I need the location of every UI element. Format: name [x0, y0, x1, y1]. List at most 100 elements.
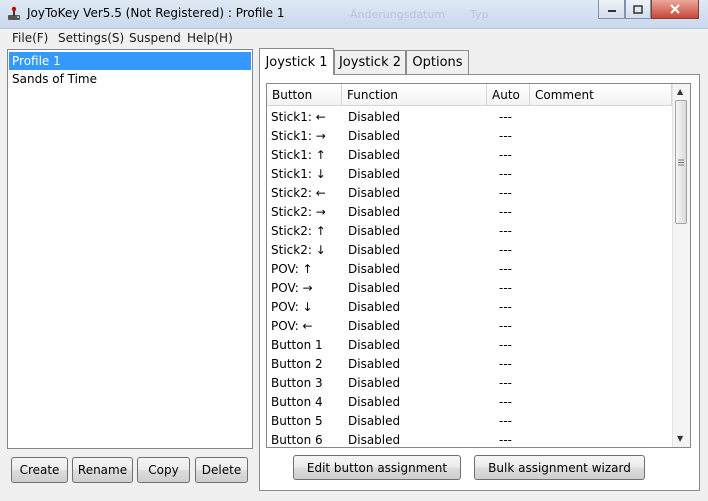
cell-auto: --- [499, 129, 512, 143]
column-header-function[interactable]: Function [342, 84, 487, 106]
menu-file[interactable]: File(F) [12, 31, 48, 45]
cell-auto: --- [499, 167, 512, 181]
assignment-list[interactable]: Button Function Auto Comment Stick1: ← Di… [266, 83, 691, 448]
cell-function: Disabled [348, 224, 401, 238]
cell-function: Disabled [348, 148, 401, 162]
cell-function: Disabled [348, 243, 401, 257]
cell-function: Disabled [348, 167, 401, 181]
profile-list[interactable]: Profile 1 Sands of Time [7, 49, 253, 449]
cell-auto: --- [499, 281, 512, 295]
scroll-down-arrow-icon[interactable]: ▼ [677, 434, 683, 443]
tab-joystick-2[interactable]: Joystick 2 [334, 50, 406, 74]
cell-button: Stick1: ↓ [271, 167, 326, 181]
table-row[interactable]: Button 2 Disabled --- [267, 355, 673, 374]
cell-button: Stick2: ↑ [271, 224, 326, 238]
window-title: JoyToKey Ver5.5 (Not Registered) : Profi… [27, 6, 285, 20]
tab-joystick-1[interactable]: Joystick 1 [259, 48, 334, 75]
profile-item-sands-of-time[interactable]: Sands of Time [9, 70, 251, 88]
cell-button: POV: ↑ [271, 262, 313, 276]
close-icon [670, 4, 680, 14]
delete-button[interactable]: Delete [195, 457, 248, 483]
bulk-assignment-wizard-button[interactable]: Bulk assignment wizard [474, 455, 645, 480]
table-row[interactable]: Button 5 Disabled --- [267, 412, 673, 431]
minimize-button[interactable] [598, 0, 625, 19]
cell-function: Disabled [348, 129, 401, 143]
cell-auto: --- [499, 224, 512, 238]
title-bar[interactable]: JoyToKey Ver5.5 (Not Registered) : Profi… [0, 0, 708, 29]
table-row[interactable]: Stick1: ← Disabled --- [267, 108, 673, 127]
table-row[interactable]: Stick1: ↓ Disabled --- [267, 165, 673, 184]
cell-function: Disabled [348, 338, 401, 352]
cell-auto: --- [499, 300, 512, 314]
cell-function: Disabled [348, 186, 401, 200]
maximize-icon [633, 4, 643, 14]
scroll-thumb[interactable] [675, 100, 687, 224]
cell-button: Stick1: ↑ [271, 148, 326, 162]
cell-button: Button 5 [271, 414, 323, 428]
cell-button: POV: ↓ [271, 300, 313, 314]
cell-button: POV: → [271, 281, 313, 295]
cell-button: Stick2: ← [271, 186, 326, 200]
cell-function: Disabled [348, 414, 401, 428]
cell-function: Disabled [348, 205, 401, 219]
table-row[interactable]: Stick2: ↓ Disabled --- [267, 241, 673, 260]
cell-auto: --- [499, 338, 512, 352]
cell-auto: --- [499, 395, 512, 409]
app-window: JoyToKey Ver5.5 (Not Registered) : Profi… [0, 0, 708, 501]
cell-auto: --- [499, 243, 512, 257]
profile-item-profile-1[interactable]: Profile 1 [9, 52, 251, 70]
cell-auto: --- [499, 186, 512, 200]
table-row[interactable]: POV: ↓ Disabled --- [267, 298, 673, 317]
close-button[interactable] [651, 0, 699, 19]
tab-options[interactable]: Options [406, 50, 469, 74]
scroll-up-arrow-icon[interactable]: ▲ [677, 87, 683, 96]
cell-function: Disabled [348, 300, 401, 314]
cell-button: Stick2: ↓ [271, 243, 326, 257]
table-row[interactable]: Button 4 Disabled --- [267, 393, 673, 412]
table-row[interactable]: Button 1 Disabled --- [267, 336, 673, 355]
cell-button: Stick1: ← [271, 110, 326, 124]
cell-button: Stick1: → [271, 129, 326, 143]
cell-function: Disabled [348, 357, 401, 371]
cell-auto: --- [499, 262, 512, 276]
menu-bar: File(F) Settings(S) Suspend Help(H) [0, 29, 708, 47]
column-header-button[interactable]: Button [267, 84, 342, 106]
table-row[interactable]: Stick2: ↑ Disabled --- [267, 222, 673, 241]
table-row[interactable]: POV: ← Disabled --- [267, 317, 673, 336]
background-column-label: Typ [470, 8, 489, 21]
column-header-comment[interactable]: Comment [530, 84, 672, 106]
cell-function: Disabled [348, 376, 401, 390]
table-row[interactable]: POV: → Disabled --- [267, 279, 673, 298]
cell-auto: --- [499, 414, 512, 428]
cell-auto: --- [499, 433, 512, 447]
grip-icon [678, 159, 684, 165]
column-header-auto[interactable]: Auto [487, 84, 530, 106]
maximize-button[interactable] [625, 0, 651, 19]
joystick-icon [8, 6, 20, 20]
table-row[interactable]: Stick1: ↑ Disabled --- [267, 146, 673, 165]
vertical-scrollbar[interactable]: ▲ ▼ [672, 84, 690, 447]
table-row[interactable]: Stick2: → Disabled --- [267, 203, 673, 222]
cell-function: Disabled [348, 433, 401, 447]
menu-settings[interactable]: Settings(S) [58, 31, 124, 45]
edit-button-assignment-button[interactable]: Edit button assignment [293, 455, 461, 480]
cell-auto: --- [499, 357, 512, 371]
cell-auto: --- [499, 319, 512, 333]
table-row[interactable]: POV: ↑ Disabled --- [267, 260, 673, 279]
table-row[interactable]: Stick1: → Disabled --- [267, 127, 673, 146]
menu-help[interactable]: Help(H) [187, 31, 233, 45]
cell-button: Button 3 [271, 376, 323, 390]
copy-button[interactable]: Copy [137, 457, 190, 483]
cell-button: Stick2: → [271, 205, 326, 219]
table-row[interactable]: Stick2: ← Disabled --- [267, 184, 673, 203]
table-row[interactable]: Button 6 Disabled --- [267, 431, 673, 447]
cell-function: Disabled [348, 319, 401, 333]
create-button[interactable]: Create [11, 457, 68, 483]
cell-auto: --- [499, 376, 512, 390]
rename-button[interactable]: Rename [72, 457, 133, 483]
menu-suspend[interactable]: Suspend [129, 31, 181, 45]
background-column-label: Änderungsdatum [350, 8, 446, 21]
minimize-icon [607, 10, 616, 12]
cell-function: Disabled [348, 110, 401, 124]
table-row[interactable]: Button 3 Disabled --- [267, 374, 673, 393]
